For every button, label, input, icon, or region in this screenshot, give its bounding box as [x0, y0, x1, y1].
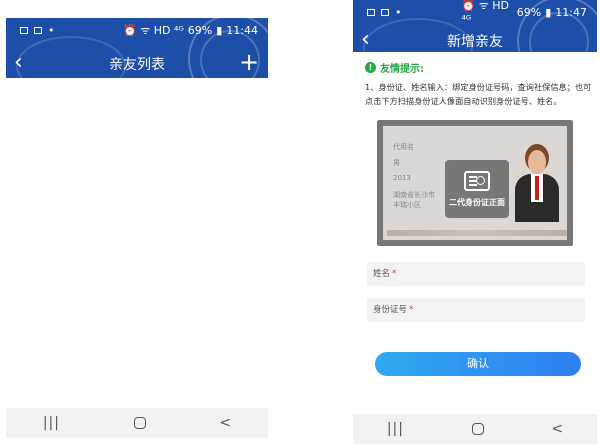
- dot-icon: •: [395, 5, 402, 19]
- home-button[interactable]: [133, 417, 146, 429]
- battery-level: 69%: [516, 5, 542, 19]
- title-bar: ‹ 新增亲友: [353, 27, 597, 52]
- title-bar: ‹ 亲友列表 +: [6, 50, 268, 78]
- back-icon[interactable]: ‹: [361, 29, 383, 51]
- system-back-button[interactable]: <: [551, 421, 563, 437]
- name-field[interactable]: 姓名 *: [367, 262, 585, 286]
- status-icons: ⏰ ᯤ HD ⁴ᴳ: [123, 23, 184, 37]
- notification-icon: [381, 8, 389, 16]
- plus-icon[interactable]: +: [238, 50, 260, 74]
- id-card-scan-area[interactable]: 代用名 男 2013 湖南省长沙市 丰瑞小区 二代身份证正面: [377, 120, 573, 246]
- status-icons: ⏰ ᯤ HD ⁴ᴳ: [461, 0, 509, 26]
- recent-apps-button[interactable]: |||: [43, 415, 60, 431]
- system-nav-bar: ||| <: [6, 408, 268, 438]
- system-back-button[interactable]: <: [219, 415, 231, 431]
- scan-overlay[interactable]: 二代身份证正面: [445, 160, 509, 218]
- gallery-icon: [367, 8, 375, 16]
- notification-icon: [34, 26, 42, 34]
- status-left-icons: •: [353, 6, 402, 19]
- status-bar: • ⏰ ᯤ HD ⁴ᴳ 69% ▮ 11:47: [353, 0, 598, 26]
- clock: 11:47: [555, 5, 587, 19]
- status-bar: • ⏰ ᯤ HD ⁴ᴳ 69% ▮ 11:44: [6, 18, 268, 42]
- tip-title: 友情提示:: [380, 64, 424, 75]
- required-mark: *: [392, 269, 397, 279]
- scan-label: 二代身份证正面: [449, 197, 505, 207]
- tip-text: 1、身份证、姓名输入：绑定身份证号码，查询社保信息；也可点击下方扫描身份证人像面…: [365, 82, 592, 106]
- battery-icon: ▮: [216, 23, 223, 37]
- gallery-icon: [20, 26, 28, 34]
- tip-header: ! 友情提示:: [365, 60, 424, 75]
- status-right: ⏰ ᯤ HD ⁴ᴳ 69% ▮ 11:47: [462, 0, 598, 26]
- clock: 11:44: [226, 23, 258, 37]
- confirm-button[interactable]: 确认: [375, 352, 581, 376]
- back-icon[interactable]: ‹: [14, 52, 36, 74]
- header-bar: • ⏰ ᯤ HD ⁴ᴳ 69% ▮ 11:44 ‹ 亲友列表 +: [6, 18, 268, 78]
- id-number-label: 身份证号: [373, 305, 408, 315]
- name-label: 姓名: [373, 269, 391, 279]
- recent-apps-button[interactable]: |||: [387, 421, 404, 437]
- dot-icon: •: [48, 23, 55, 37]
- status-right: ⏰ ᯤ HD ⁴ᴳ 69% ▮ 11:44: [123, 23, 268, 38]
- friend-list-screen: • ⏰ ᯤ HD ⁴ᴳ 69% ▮ 11:44 ‹ 亲友列表 + ||| <: [6, 18, 268, 442]
- header-bar: • ⏰ ᯤ HD ⁴ᴳ 69% ▮ 11:47 ‹ 新增亲友: [353, 0, 597, 52]
- status-left-icons: •: [6, 24, 55, 37]
- home-button[interactable]: [471, 423, 484, 435]
- required-mark: *: [409, 305, 414, 315]
- id-number-field[interactable]: 身份证号 *: [367, 298, 585, 322]
- info-icon: !: [365, 62, 376, 73]
- page-title: 亲友列表: [109, 57, 165, 73]
- battery-icon: ▮: [545, 5, 552, 19]
- page-title: 新增亲友: [447, 34, 503, 50]
- system-nav-bar: ||| <: [353, 414, 597, 444]
- id-card-icon: [464, 170, 490, 191]
- add-friend-screen: • ⏰ ᯤ HD ⁴ᴳ 69% ▮ 11:47 ‹ 新增亲友 ! 友情提示: 1…: [353, 0, 597, 446]
- battery-level: 69%: [187, 23, 213, 37]
